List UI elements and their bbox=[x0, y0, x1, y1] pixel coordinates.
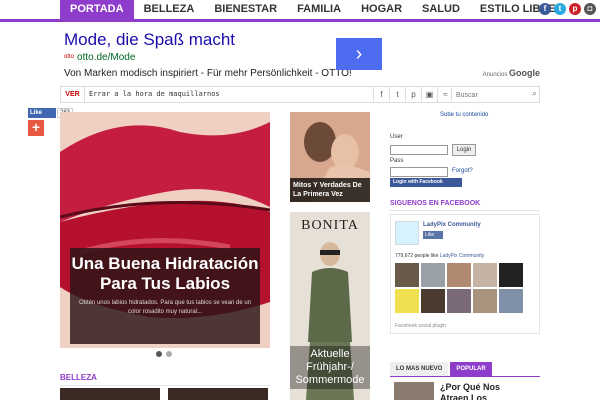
top-navigation: PORTADA BELLEZA BIENESTAR FAMILIA HOGAR SALUD… bbox=[0, 0, 600, 22]
fan-avatar[interactable] bbox=[447, 289, 471, 313]
article-tabs: LO MAS NUEVO POPULAR bbox=[390, 362, 494, 376]
ads-by-brand: Google bbox=[509, 68, 540, 78]
social-plugin-label[interactable]: Facebook social plugin bbox=[395, 323, 446, 329]
bonita-ad[interactable]: BONITA Aktuelle Frühjahr-/ Sommermode bbox=[290, 212, 370, 400]
article-card-title[interactable]: Mitos Y Verdades De La Primera Vez bbox=[290, 178, 370, 202]
facebook-section-heading: SIGUENOS EN FACEBOOK bbox=[390, 200, 540, 211]
upload-content-link[interactable]: Sube tu contenido bbox=[440, 112, 488, 118]
instagram-icon[interactable]: ▣ bbox=[421, 87, 437, 102]
fan-avatar[interactable] bbox=[421, 289, 445, 313]
news-ticker: VER Errar a la hora de maquillarnos f t … bbox=[60, 86, 540, 103]
ticker-social-icons: f t p ▣ ≈ bbox=[373, 87, 453, 102]
likes-summary: 779,672 people like LadyPix Community bbox=[395, 253, 484, 259]
nav-menu: PORTADA BELLEZA BIENESTAR FAMILIA HOGAR SALUD… bbox=[60, 0, 566, 19]
ad-arrow-button[interactable]: › bbox=[336, 38, 382, 70]
fan-avatar[interactable] bbox=[421, 263, 445, 287]
search-input[interactable] bbox=[452, 89, 522, 102]
story-thumbnail[interactable] bbox=[394, 382, 434, 400]
article-card[interactable]: Mitos Y Verdades De La Primera Vez bbox=[290, 112, 370, 202]
search-icon[interactable]: ⌕ bbox=[532, 88, 537, 99]
advertisement[interactable]: Mode, die Spaß macht otto otto.de/Mode Vo… bbox=[64, 30, 544, 82]
page-avatar[interactable] bbox=[395, 221, 419, 245]
pinterest-icon[interactable]: p bbox=[569, 3, 581, 15]
nav-item-hogar[interactable]: HOGAR bbox=[351, 0, 412, 19]
login-button[interactable]: Login bbox=[452, 144, 476, 156]
ads-by-google[interactable]: Anuncios Google bbox=[483, 68, 540, 78]
slide-caption[interactable]: Una Buena Hidratación Para Tus Labios Ob… bbox=[70, 248, 260, 344]
fan-avatar[interactable] bbox=[473, 289, 497, 313]
bonita-ad-text: Aktuelle Frühjahr-/ Sommermode bbox=[290, 346, 370, 389]
password-field[interactable] bbox=[390, 167, 448, 177]
likes-text: people like bbox=[413, 253, 440, 259]
facebook-icon[interactable]: f bbox=[539, 3, 551, 15]
article-thumbnail[interactable] bbox=[60, 388, 160, 400]
nav-item-bienestar[interactable]: BIENESTAR bbox=[204, 0, 287, 19]
tab-divider bbox=[390, 376, 540, 377]
ad-url[interactable]: otto otto.de/Mode bbox=[64, 52, 544, 63]
pinterest-icon[interactable]: p bbox=[405, 87, 421, 102]
likes-count: 779,672 bbox=[395, 253, 414, 259]
nav-item-salud[interactable]: SALUD bbox=[412, 0, 470, 19]
facebook-like-box: LadyPix Community Like 779,672 people li… bbox=[390, 214, 540, 334]
slide-excerpt: Obtén unos labios hidratados. Para que t… bbox=[78, 300, 252, 315]
fan-avatar[interactable] bbox=[395, 263, 419, 287]
fan-avatar[interactable] bbox=[499, 289, 523, 313]
slider-pagination bbox=[156, 351, 172, 357]
fan-faces bbox=[395, 263, 523, 313]
nav-item-portada[interactable]: PORTADA bbox=[60, 0, 134, 19]
tab-popular[interactable]: POPULAR bbox=[450, 362, 492, 376]
ads-by-label: Anuncios bbox=[482, 72, 508, 78]
ad-title[interactable]: Mode, die Spaß macht bbox=[64, 30, 544, 50]
story-title[interactable]: ¿Por Qué Nos Atraen Los bbox=[440, 382, 530, 400]
fan-avatar[interactable] bbox=[473, 263, 497, 287]
facebook-login-button[interactable]: Login with Facebook bbox=[390, 178, 462, 187]
username-field[interactable] bbox=[390, 145, 448, 155]
facebook-page-like-button[interactable]: Like bbox=[423, 231, 443, 239]
twitter-icon[interactable]: t bbox=[389, 87, 405, 102]
social-links: f t p ◘ bbox=[539, 3, 596, 15]
search-box: ⌕ bbox=[451, 88, 539, 102]
likes-page-link[interactable]: LadyPix Community bbox=[440, 253, 484, 259]
like-label: Like bbox=[30, 110, 43, 116]
facebook-page-name[interactable]: LadyPix Community bbox=[423, 222, 481, 228]
facebook-icon[interactable]: f bbox=[373, 87, 389, 102]
section-heading-belleza[interactable]: BELLEZA bbox=[60, 373, 270, 386]
belleza-thumbnails bbox=[60, 388, 268, 400]
fan-avatar[interactable] bbox=[499, 263, 523, 287]
fan-avatar[interactable] bbox=[447, 263, 471, 287]
list-item[interactable]: ¿Por Qué Nos Atraen Los bbox=[394, 382, 530, 400]
user-label: User bbox=[390, 134, 403, 140]
article-thumbnail[interactable] bbox=[168, 388, 268, 400]
ad-badge: otto bbox=[64, 54, 75, 61]
ticker-headline[interactable]: Errar a la hora de maquillarnos bbox=[89, 87, 220, 102]
slider-dot[interactable] bbox=[166, 351, 172, 357]
nav-item-familia[interactable]: FAMILIA bbox=[287, 0, 351, 19]
ticker-label: VER bbox=[61, 87, 85, 102]
ad-url-text[interactable]: otto.de/Mode bbox=[77, 52, 135, 63]
instagram-icon[interactable]: ◘ bbox=[584, 3, 596, 15]
pass-label: Pass bbox=[390, 158, 404, 164]
ad-description: Von Marken modisch inspiriert - Für mehr… bbox=[64, 68, 352, 79]
fan-avatar[interactable] bbox=[395, 289, 419, 313]
forgot-password-link[interactable]: Forgot? bbox=[452, 168, 473, 174]
nav-item-belleza[interactable]: BELLEZA bbox=[134, 0, 205, 19]
tab-lo-mas-nuevo[interactable]: LO MAS NUEVO bbox=[390, 362, 449, 376]
facebook-like-button[interactable]: Like bbox=[28, 108, 56, 118]
twitter-icon[interactable]: t bbox=[554, 3, 566, 15]
featured-slider[interactable]: Una Buena Hidratación Para Tus Labios Ob… bbox=[60, 112, 270, 348]
share-plus-button[interactable]: + bbox=[28, 120, 44, 136]
slide-headline[interactable]: Una Buena Hidratación Para Tus Labios bbox=[70, 254, 260, 294]
slider-dot[interactable] bbox=[156, 351, 162, 357]
